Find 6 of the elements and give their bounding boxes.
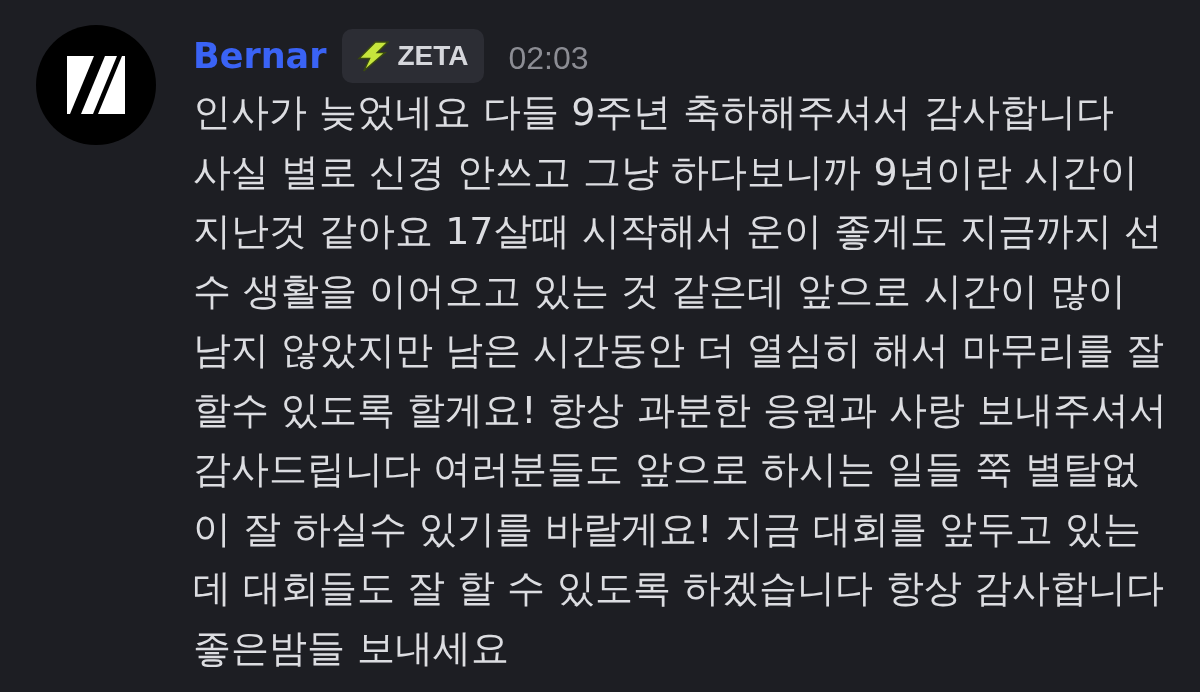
tag-label: ZETA bbox=[397, 40, 469, 72]
lightning-icon bbox=[356, 40, 390, 72]
avatar-icon[interactable] bbox=[36, 25, 156, 145]
timestamp: 02:03 bbox=[508, 41, 589, 77]
username[interactable]: Bernar bbox=[193, 36, 327, 76]
message-text: 인사가 늦었네요 다들 9주년 축하해주셔서 감사합니다 사실 별로 신경 안쓰고 그냥 하다보니까 9년이란 시간이 지난것 같아요 17살때 시작해서 운이 좋게도 지금까지 선 수 생활을 이어오고 있는 것 같은데 앞으로 시간이 많이 남지 않았지만 남은 시간동안 더 열심히 해서 마무리를 잘 할수 있도록 할게요! 항상 과분한 응원과 사랑 보내주셔서 감사드립니다 여러분들도 앞으로 하시는 일들 쭉 별탈없 이 잘 하실수 있기를 바랄게요! 지금 대회를 앞두고 있는 데 대회들도 잘 할 수 있도록 하겠습니다 항상 감사합니다 좋은밤들 보내세요 bbox=[193, 89, 1167, 672]
